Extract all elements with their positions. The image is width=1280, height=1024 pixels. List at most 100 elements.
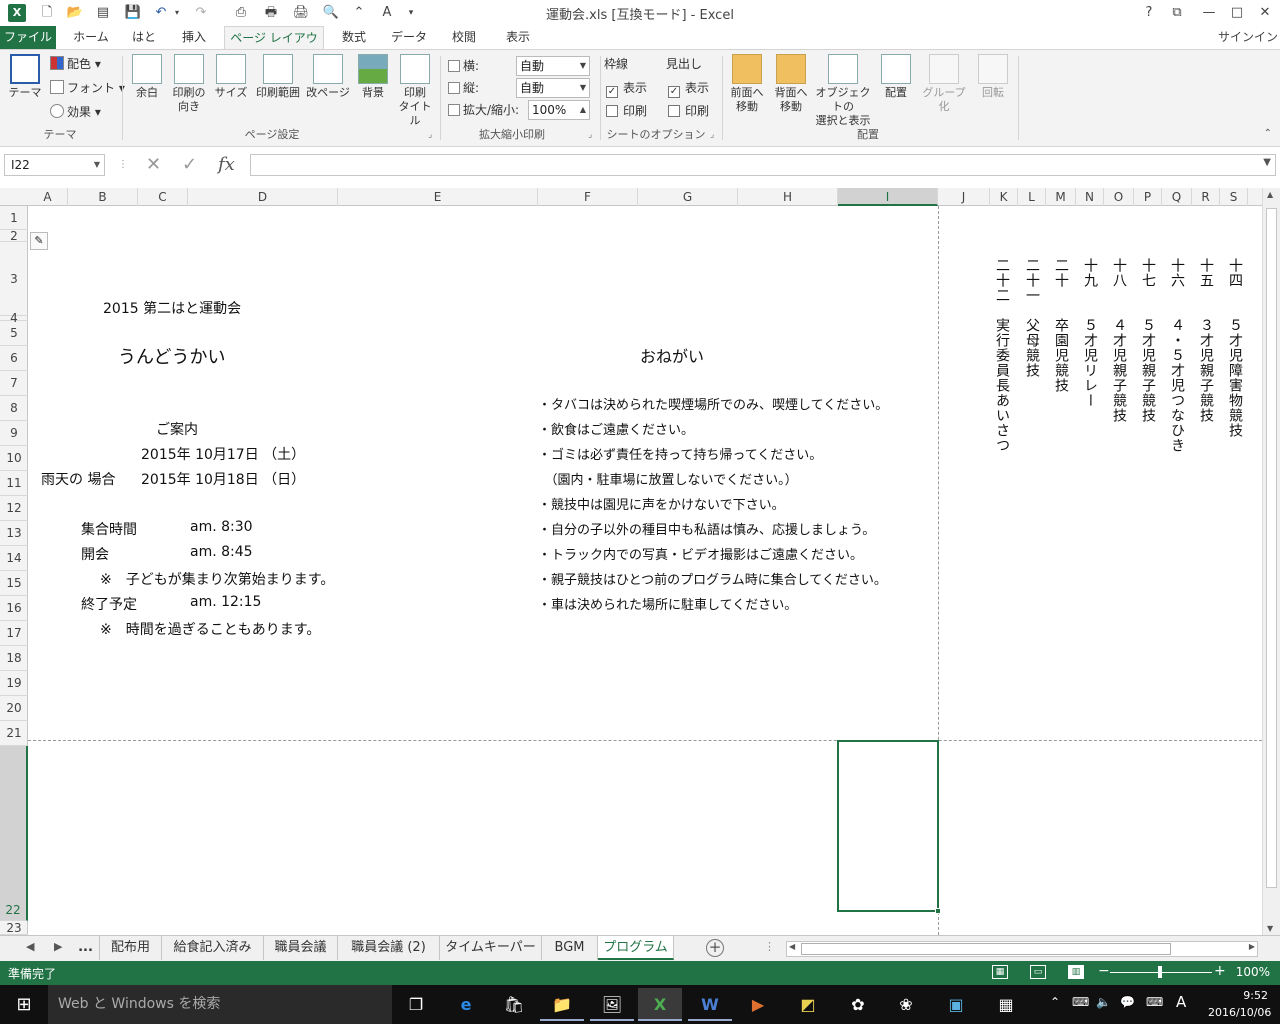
word-taskbar-icon[interactable]: W bbox=[688, 988, 732, 1021]
program-title[interactable]: ５才児リレー bbox=[1082, 318, 1098, 408]
program-title[interactable]: 父母競技 bbox=[1024, 318, 1040, 378]
column-header[interactable]: D bbox=[188, 188, 338, 206]
program-title[interactable]: ４才児親子競技 bbox=[1111, 318, 1127, 423]
column-header[interactable]: K bbox=[990, 188, 1018, 206]
program-number[interactable]: 二十 bbox=[1053, 258, 1069, 288]
program-title[interactable]: ４・５才児つなひき bbox=[1169, 318, 1185, 453]
row-header[interactable]: 8 bbox=[0, 396, 28, 421]
fonts-button[interactable]: フォント ▾ bbox=[50, 78, 125, 98]
store-icon[interactable]: 🛍 bbox=[492, 988, 536, 1021]
program-title[interactable]: ５才児親子競技 bbox=[1140, 318, 1156, 423]
collapse-ribbon-icon[interactable]: ⌃ bbox=[1264, 128, 1272, 139]
bring-forward-button[interactable]: 前面へ 移動 bbox=[726, 54, 768, 114]
ribbon-display-button[interactable]: ⧉ bbox=[1164, 2, 1190, 24]
column-header[interactable]: A bbox=[28, 188, 68, 206]
cell-b14[interactable]: 開会 bbox=[81, 544, 109, 564]
enter-icon[interactable]: ✓ bbox=[182, 154, 197, 175]
sheet-tab[interactable]: 配布用 bbox=[100, 936, 162, 960]
column-header[interactable]: M bbox=[1046, 188, 1076, 206]
program-title[interactable]: ３才児親子競技 bbox=[1198, 318, 1214, 423]
row-header[interactable]: 15 bbox=[0, 571, 28, 596]
column-header[interactable]: H bbox=[738, 188, 838, 206]
row-header[interactable]: 19 bbox=[0, 671, 28, 696]
program-number[interactable]: 二十一 bbox=[1024, 258, 1040, 303]
row-header[interactable]: 7 bbox=[0, 371, 28, 396]
cell-b6[interactable]: うんどうかい bbox=[118, 343, 225, 369]
program-number[interactable]: 二十二 bbox=[994, 258, 1010, 303]
sheet-tab[interactable]: タイムキーパー bbox=[440, 936, 542, 960]
headings-print-checkbox[interactable]: 印刷 bbox=[668, 101, 709, 121]
row-header[interactable]: 9 bbox=[0, 421, 28, 446]
row-header[interactable]: 12 bbox=[0, 496, 28, 521]
program-title[interactable]: 卒園児競技 bbox=[1053, 318, 1069, 393]
tab-home[interactable]: ホーム bbox=[66, 26, 116, 50]
cell-c9[interactable]: ご案内 bbox=[156, 419, 198, 439]
scale-spinner[interactable]: 100% ▲ bbox=[528, 100, 590, 120]
cell-b3[interactable]: 2015 第二はと運動会 bbox=[103, 298, 241, 318]
row-header[interactable]: 14 bbox=[0, 546, 28, 571]
network-icon[interactable]: ⌨ bbox=[1072, 995, 1089, 1009]
row-header[interactable]: 21 bbox=[0, 721, 28, 746]
row-header[interactable]: 18 bbox=[0, 646, 28, 671]
chevron-down-icon[interactable]: ▼ bbox=[1263, 157, 1271, 168]
column-header[interactable]: N bbox=[1076, 188, 1104, 206]
program-number[interactable]: 十四 bbox=[1227, 258, 1243, 288]
notes-item[interactable]: ・トラック内での写真・ビデオ撮影はご遠慮ください。 bbox=[538, 544, 863, 563]
row-header[interactable]: 20 bbox=[0, 696, 28, 721]
column-header[interactable]: G bbox=[638, 188, 738, 206]
row-header[interactable]: 23 bbox=[0, 921, 28, 935]
keyboard-icon[interactable]: ⌨ bbox=[1146, 995, 1163, 1009]
print-titles-button[interactable]: 印刷 タイトル bbox=[396, 54, 434, 128]
column-header[interactable]: E bbox=[338, 188, 538, 206]
game-app-icon[interactable]: ✿ bbox=[836, 988, 880, 1021]
minimize-button[interactable]: — bbox=[1196, 2, 1222, 24]
media-player-icon[interactable]: ▶ bbox=[736, 988, 780, 1021]
gridlines-print-checkbox[interactable]: 印刷 bbox=[606, 101, 647, 121]
scroll-down-icon[interactable]: ▼ bbox=[1267, 924, 1273, 933]
horizontal-scroll-thumb[interactable] bbox=[801, 943, 1171, 955]
signin-link[interactable]: サインイン bbox=[1218, 26, 1280, 50]
vertical-scroll-thumb[interactable] bbox=[1266, 208, 1277, 888]
scroll-right-icon[interactable]: ▶ bbox=[1249, 942, 1255, 951]
edge-browser-icon[interactable]: e bbox=[444, 988, 488, 1021]
zoom-in-icon[interactable]: + bbox=[1214, 963, 1226, 979]
tab-review[interactable]: 校閲 bbox=[442, 26, 486, 50]
more-sheets-button[interactable]: ... bbox=[72, 936, 100, 960]
paste-options-icon[interactable]: ✎ bbox=[30, 232, 48, 250]
notes-item[interactable]: ・自分の子以外の種目中も私語は慎み、応援しましょう。 bbox=[538, 519, 875, 538]
row-header[interactable]: 2 bbox=[0, 230, 28, 242]
column-header[interactable]: S bbox=[1220, 188, 1248, 206]
program-number[interactable]: 十六 bbox=[1169, 258, 1185, 288]
column-header[interactable]: Q bbox=[1162, 188, 1192, 206]
help-button[interactable]: ? bbox=[1136, 2, 1162, 24]
tab-formulas[interactable]: 数式 bbox=[332, 26, 376, 50]
tab-view[interactable]: 表示 bbox=[496, 26, 540, 50]
row-header[interactable]: 22 bbox=[0, 746, 28, 921]
themes-button[interactable]: テーマ bbox=[6, 54, 44, 100]
next-sheet-icon[interactable]: ▶ bbox=[54, 940, 62, 953]
rotate-button[interactable]: 回転 bbox=[976, 54, 1010, 100]
news-app-icon[interactable]: ▣ bbox=[934, 988, 978, 1021]
action-center-icon[interactable]: 💬 bbox=[1120, 995, 1135, 1009]
notes-item[interactable]: （園内・駐車場に放置しないでください。） bbox=[538, 469, 798, 488]
row-header[interactable]: 16 bbox=[0, 596, 28, 621]
pictures-app-icon[interactable]: 🖼 bbox=[590, 988, 634, 1021]
width-dropdown[interactable]: 自動 ▼ bbox=[516, 56, 590, 76]
sheet-tab[interactable]: 給食記入済み bbox=[162, 936, 264, 960]
tab-file[interactable]: ファイル bbox=[0, 26, 56, 50]
tab-data[interactable]: データ bbox=[386, 26, 432, 50]
sheet-options-launcher-icon[interactable]: ⌟ bbox=[710, 130, 714, 140]
column-header[interactable]: F bbox=[538, 188, 638, 206]
cell-d14[interactable]: am. 8:45 bbox=[190, 544, 253, 560]
column-header[interactable]: J bbox=[938, 188, 990, 206]
page-break-preview-icon[interactable]: ▥ bbox=[1068, 965, 1084, 979]
cell-c11[interactable]: 2015年 10月18日 （日） bbox=[141, 469, 305, 489]
notes-item[interactable]: ・飲食はご遠慮ください。 bbox=[538, 419, 694, 438]
program-number[interactable]: 十五 bbox=[1198, 258, 1214, 288]
zoom-slider-thumb[interactable] bbox=[1158, 966, 1162, 978]
size-button[interactable]: サイズ bbox=[214, 54, 248, 100]
column-header[interactable]: B bbox=[68, 188, 138, 206]
taskbar-search-box[interactable]: Web と Windows を検索 bbox=[48, 985, 392, 1024]
tab-page-layout[interactable]: ページ レイアウト bbox=[224, 26, 324, 68]
cell-b13[interactable]: 集合時間 bbox=[81, 519, 137, 539]
